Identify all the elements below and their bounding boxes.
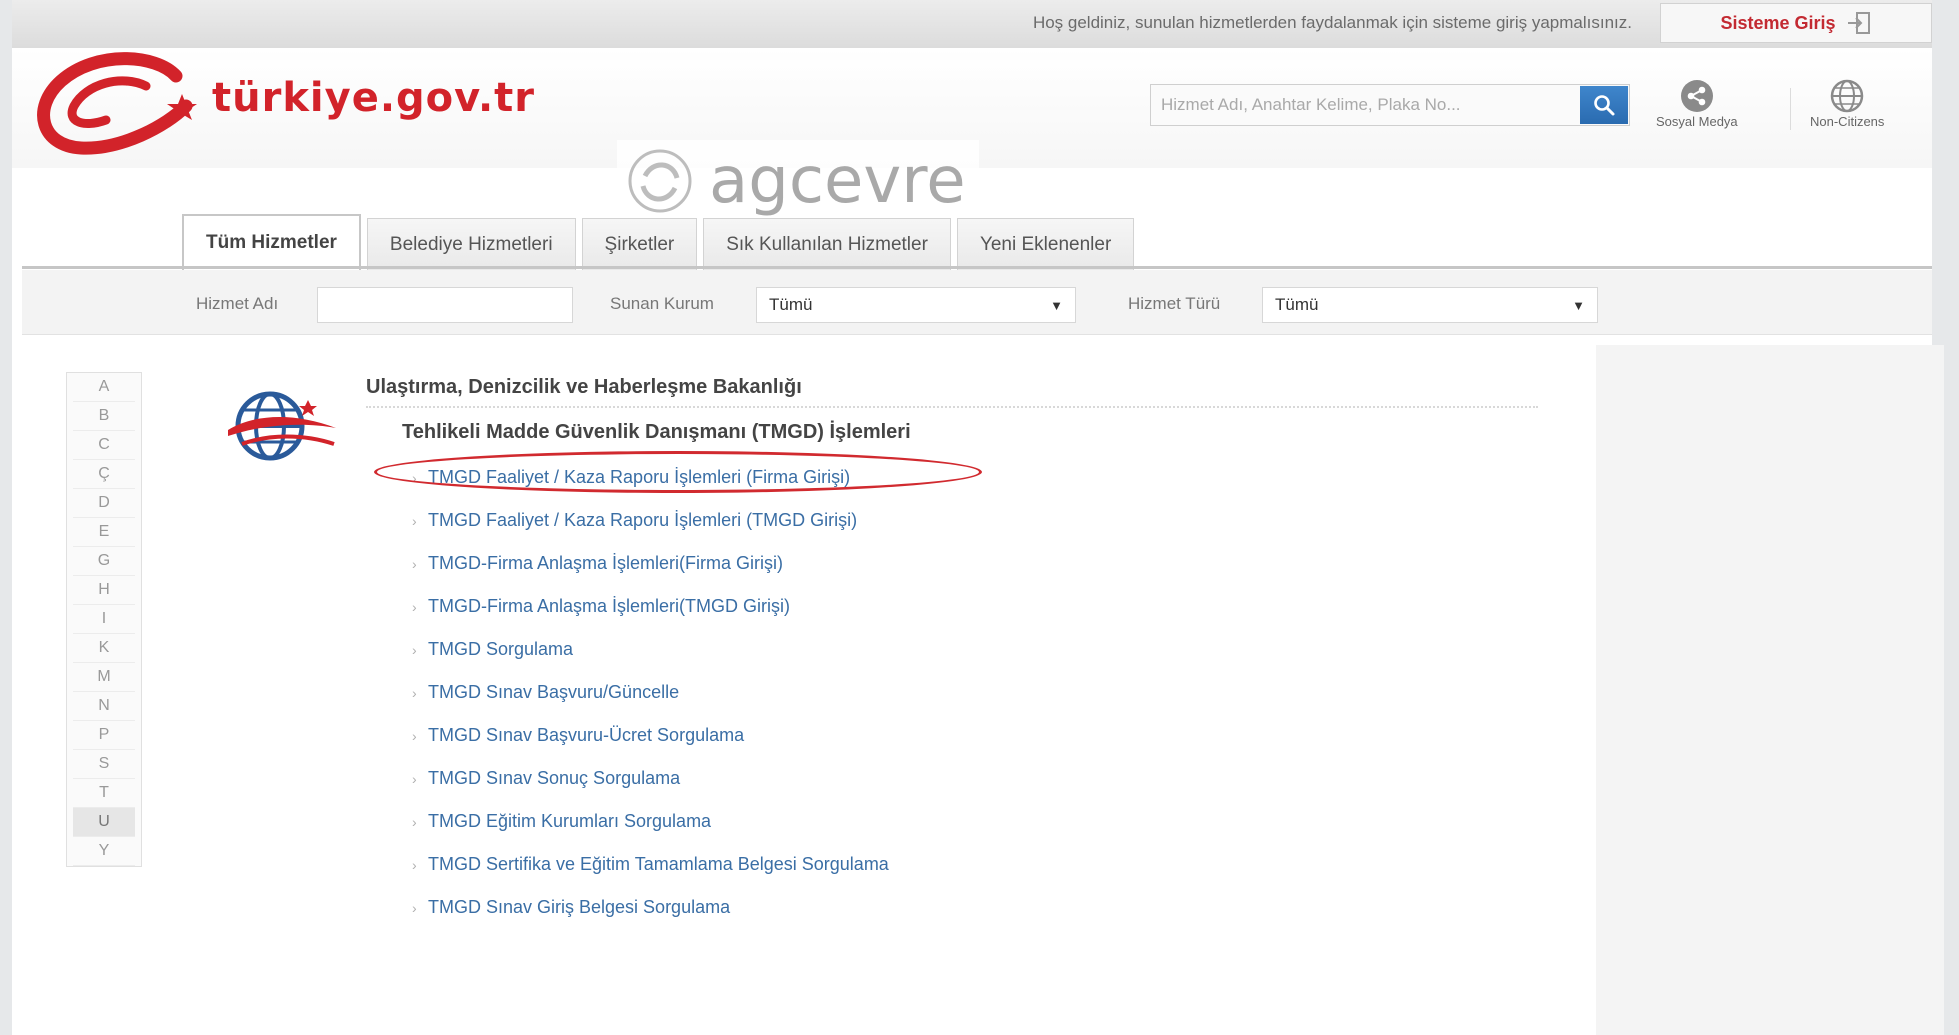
service-type-select[interactable]: Tümü ▼	[1262, 287, 1598, 323]
alphabet-index: ABCÇDEGHIKMNPSTUY	[66, 372, 142, 867]
watermark: agcevre	[617, 140, 979, 222]
bullet-icon: ›	[412, 469, 417, 486]
service-tabs: Tüm Hizmetler Belediye Hizmetleri Şirket…	[182, 214, 1135, 270]
filter-bar: Hizmet Adı Sunan Kurum Tümü ▼ Hizmet Tür…	[22, 270, 1932, 335]
bullet-icon: ›	[412, 770, 417, 787]
service-link[interactable]: › TMGD Sınav Başvuru/Güncelle	[412, 671, 889, 714]
bullet-icon: ›	[412, 727, 417, 744]
service-link-label: TMGD Faaliyet / Kaza Raporu İşlemleri (T…	[428, 510, 858, 530]
search-box	[1150, 84, 1630, 126]
tab-companies[interactable]: Şirketler	[581, 218, 698, 270]
bullet-icon: ›	[412, 512, 417, 529]
alphabet-letter[interactable]: N	[73, 692, 135, 721]
globe-icon	[1830, 79, 1864, 113]
service-group-title: Tehlikeli Madde Güvenlik Danışmanı (TMGD…	[402, 421, 911, 443]
alphabet-letter[interactable]: A	[73, 373, 135, 402]
non-citizens-label: Non-Citizens	[1810, 114, 1885, 129]
service-link[interactable]: › TMGD Sınav Sonuç Sorgulama	[412, 757, 889, 800]
alphabet-letter[interactable]: D	[73, 489, 135, 518]
alphabet-letter[interactable]: Y	[73, 837, 135, 866]
site-logo-icon[interactable]	[26, 36, 226, 171]
tab-frequently-used[interactable]: Sık Kullanılan Hizmetler	[703, 218, 951, 270]
bullet-icon: ›	[412, 856, 417, 873]
search-button[interactable]	[1580, 86, 1628, 124]
login-label: Sisteme Giriş	[1720, 12, 1836, 33]
login-door-icon	[1847, 12, 1870, 34]
header-divider	[1790, 88, 1791, 130]
social-media-label: Sosyal Medya	[1656, 114, 1738, 129]
alphabet-letter[interactable]: P	[73, 721, 135, 750]
page-frame: Hoş geldiniz, sunulan hizmetlerden fayda…	[12, 0, 1944, 1035]
service-link-label: TMGD Sınav Sonuç Sorgulama	[428, 768, 681, 788]
alphabet-letter[interactable]: H	[73, 576, 135, 605]
service-name-label: Hizmet Adı	[196, 294, 279, 313]
service-link[interactable]: › TMGD Sertifika ve Eğitim Tamamlama Belg…	[412, 843, 889, 886]
service-link[interactable]: › TMGD Sınav Giriş Belgesi Sorgulama	[412, 886, 889, 929]
service-link-label: TMGD-Firma Anlaşma İşlemleri(Firma Giriş…	[428, 553, 783, 573]
tab-underline	[22, 266, 1932, 269]
search-input[interactable]	[1151, 85, 1571, 125]
non-citizens-link[interactable]: Non-Citizens	[1810, 78, 1884, 129]
alphabet-letter[interactable]: G	[73, 547, 135, 576]
service-link-label: TMGD Sınav Başvuru-Ücret Sorgulama	[428, 725, 745, 745]
service-link-label: TMGD Faaliyet / Kaza Raporu İşlemleri (F…	[428, 467, 851, 487]
tab-all-services[interactable]: Tüm Hizmetler	[182, 214, 361, 270]
triangle-down-icon: ▼	[1050, 297, 1063, 313]
right-side-panel	[1596, 345, 1944, 1035]
bullet-icon: ›	[412, 899, 417, 916]
service-link[interactable]: › TMGD-Firma Anlaşma İşlemleri(TMGD Giriş…	[412, 585, 889, 628]
alphabet-letter[interactable]: K	[73, 634, 135, 663]
bullet-icon: ›	[412, 684, 417, 701]
triangle-down-icon: ▼	[1572, 297, 1585, 313]
watermark-logo-icon	[628, 149, 692, 213]
service-name-field[interactable]	[317, 287, 573, 323]
alphabet-letter[interactable]: I	[73, 605, 135, 634]
service-link-label: TMGD Sınav Giriş Belgesi Sorgulama	[428, 897, 731, 917]
bullet-icon: ›	[412, 813, 417, 830]
share-icon	[1680, 80, 1713, 112]
service-link[interactable]: › TMGD Faaliyet / Kaza Raporu İşlemleri (…	[412, 456, 889, 499]
service-list: › TMGD Faaliyet / Kaza Raporu İşlemleri (…	[412, 456, 889, 929]
top-bar: Hoş geldiniz, sunulan hizmetlerden fayda…	[12, 0, 1932, 48]
login-button[interactable]: Sisteme Giriş	[1660, 3, 1932, 43]
alphabet-letter[interactable]: U	[73, 808, 135, 837]
service-link-label: TMGD Sertifika ve Eğitim Tamamlama Belge…	[428, 854, 889, 874]
provider-select[interactable]: Tümü ▼	[756, 287, 1076, 323]
bullet-icon: ›	[412, 641, 417, 658]
bullet-icon: ›	[412, 598, 417, 615]
social-media-link[interactable]: Sosyal Medya	[1656, 78, 1738, 129]
ministry-separator	[366, 406, 1538, 408]
alphabet-letter[interactable]: S	[73, 750, 135, 779]
service-link[interactable]: › TMGD Faaliyet / Kaza Raporu İşlemleri (…	[412, 499, 889, 542]
site-logo-text[interactable]: türkiye.gov.tr	[212, 75, 535, 121]
tab-municipal-services[interactable]: Belediye Hizmetleri	[366, 218, 576, 270]
ministry-title: Ulaştırma, Denizcilik ve Haberleşme Baka…	[366, 376, 802, 398]
alphabet-letter[interactable]: M	[73, 663, 135, 692]
alphabet-letter[interactable]: Ç	[73, 460, 135, 489]
service-link[interactable]: › TMGD Sınav Başvuru-Ücret Sorgulama	[412, 714, 889, 757]
alphabet-letter[interactable]: B	[73, 402, 135, 431]
service-type-label: Hizmet Türü	[1128, 294, 1221, 313]
alphabet-letter[interactable]: C	[73, 431, 135, 460]
welcome-message: Hoş geldiniz, sunulan hizmetlerden fayda…	[1032, 13, 1632, 32]
watermark-text: agcevre	[709, 144, 966, 218]
provider-label: Sunan Kurum	[610, 294, 714, 313]
bullet-icon: ›	[412, 555, 417, 572]
tab-newly-added[interactable]: Yeni Eklenenler	[956, 218, 1135, 270]
service-link[interactable]: › TMGD-Firma Anlaşma İşlemleri(Firma Giri…	[412, 542, 889, 585]
service-link-label: TMGD Eğitim Kurumları Sorgulama	[428, 811, 712, 831]
service-link[interactable]: › TMGD Sorgulama	[412, 628, 889, 671]
magnifier-icon	[1594, 95, 1615, 116]
service-link-label: TMGD-Firma Anlaşma İşlemleri(TMGD Girişi…	[428, 596, 790, 616]
provider-select-value: Tümü	[769, 295, 813, 314]
service-type-select-value: Tümü	[1275, 295, 1319, 314]
alphabet-letter[interactable]: T	[73, 779, 135, 808]
service-link[interactable]: › TMGD Eğitim Kurumları Sorgulama	[412, 800, 889, 843]
service-link-label: TMGD Sorgulama	[428, 639, 574, 659]
alphabet-letter[interactable]: E	[73, 518, 135, 547]
service-link-label: TMGD Sınav Başvuru/Güncelle	[428, 682, 680, 702]
ministry-logo-icon	[224, 384, 344, 473]
